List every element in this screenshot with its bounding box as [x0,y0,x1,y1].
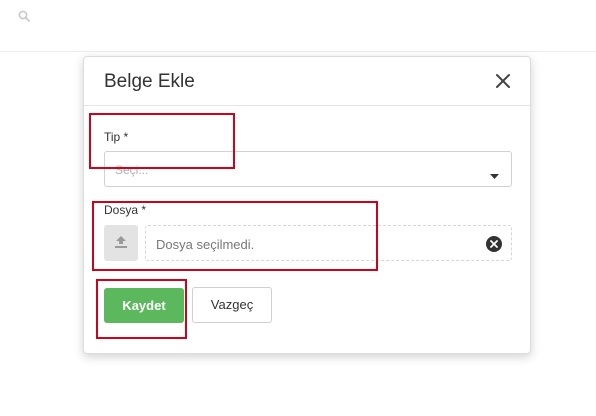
modal-title: Belge Ekle [104,71,195,92]
close-icon[interactable] [494,72,512,90]
annotation-box-type [89,113,235,169]
modal-header: Belge Ekle [84,57,530,106]
search-icon [18,9,30,27]
clear-icon[interactable] [486,236,502,257]
annotation-box-save [96,279,187,339]
top-search-bar[interactable] [0,0,596,52]
page: Belge Ekle Tip * Seçi... Dosya * Dosya s… [0,0,596,416]
caret-down-icon [490,167,499,185]
cancel-button[interactable]: Vazgeç [192,287,272,323]
annotation-box-file [92,201,378,271]
